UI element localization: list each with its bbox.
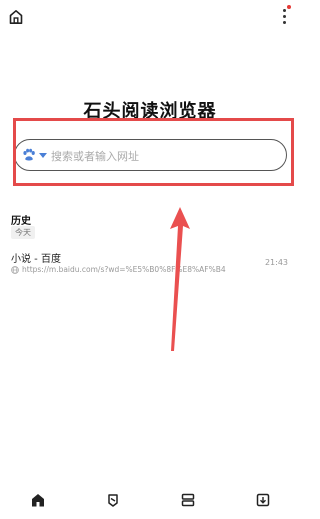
download-icon bbox=[256, 493, 270, 507]
history-item[interactable]: 小说 - 百度 https://m.baidu.com/s?wd=%E5%B0%… bbox=[0, 245, 300, 279]
date-group-badge: 今天 bbox=[11, 226, 35, 239]
home-icon[interactable] bbox=[9, 9, 23, 25]
history-heading: 历史 bbox=[11, 216, 31, 227]
app-title: 石头阅读浏览器 bbox=[83, 101, 217, 122]
tabs-icon bbox=[181, 493, 195, 507]
tabs-tab[interactable] bbox=[180, 492, 196, 508]
history-item-time: 21:43 bbox=[264, 258, 288, 267]
history-item-title: 小说 - 百度 bbox=[11, 254, 61, 265]
globe-icon bbox=[11, 266, 19, 274]
history-item-url: https://m.baidu.com/s?wd=%E5%B0%8F%E8%AF… bbox=[22, 265, 226, 274]
search-input[interactable] bbox=[51, 146, 276, 166]
chevron-down-icon bbox=[39, 153, 47, 158]
home-tab[interactable] bbox=[30, 492, 46, 508]
search-bar[interactable] bbox=[14, 139, 287, 171]
download-tab[interactable] bbox=[255, 492, 271, 508]
reader-tab[interactable] bbox=[105, 492, 121, 508]
notification-dot bbox=[287, 5, 291, 9]
pointer-arrow bbox=[170, 207, 190, 351]
baidu-paw-icon bbox=[23, 148, 35, 161]
more-menu-icon[interactable] bbox=[281, 9, 287, 27]
search-engine-selector[interactable] bbox=[22, 148, 52, 164]
bottom-navigation bbox=[0, 480, 300, 519]
top-bar bbox=[0, 0, 300, 34]
reader-icon bbox=[108, 494, 118, 507]
home-icon bbox=[32, 494, 44, 507]
